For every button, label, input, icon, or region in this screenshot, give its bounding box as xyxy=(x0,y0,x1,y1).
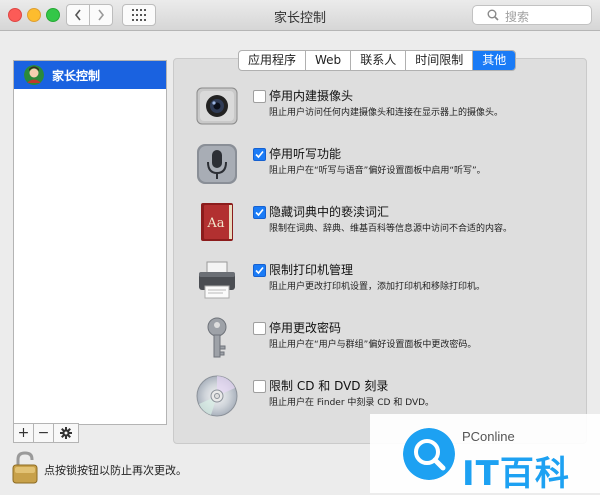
checkmark-icon xyxy=(255,208,264,217)
camera-checkbox[interactable] xyxy=(253,90,266,103)
option-label: 限制打印机管理 xyxy=(269,263,354,277)
option-description: 阻止用户在 Finder 中刻录 CD 和 DVD。 xyxy=(269,398,435,408)
disc-icon xyxy=(196,375,238,417)
option-disable-camera: 停用内建摄像头 阻止用户访问任何内建摄像头和连接在显示器上的摄像头。 xyxy=(195,84,575,136)
avatar xyxy=(24,65,44,85)
option-disable-password-change: 停用更改密码 阻止用户在“用户与群组”偏好设置面板中更改密码。 xyxy=(195,316,575,368)
option-label: 限制 CD 和 DVD 刻录 xyxy=(269,379,389,393)
search-input[interactable]: 搜索 xyxy=(472,5,592,25)
remove-user-button[interactable]: − xyxy=(33,423,54,443)
printer-icon xyxy=(199,261,235,299)
lock-message: 点按锁按钮以防止再次更改。 xyxy=(44,464,187,477)
option-description: 限制在词典、辞典、维基百科等信息源中访问不合适的内容。 xyxy=(269,224,513,234)
checkmark-icon xyxy=(255,266,264,275)
watermark-logo-icon xyxy=(403,428,455,480)
option-hide-profanity: Aa 隐藏词典中的亵渎词汇 限制在词典、辞典、维基百科等信息源中访问不合适的内容… xyxy=(195,200,575,252)
watermark-title: IT百科 xyxy=(462,454,570,494)
search-icon xyxy=(487,9,499,21)
option-description: 阻止用户在“听写与语音”偏好设置面板中启用“听写”。 xyxy=(269,166,486,176)
option-disable-dictation: 停用听写功能 阻止用户在“听写与语音”偏好设置面板中启用“听写”。 xyxy=(195,142,575,194)
disc-burning-checkbox[interactable] xyxy=(253,380,266,393)
microphone-icon xyxy=(197,144,237,184)
watermark: PConline IT百科 xyxy=(370,414,600,494)
sidebar-item-parental-controls[interactable]: 家长控制 xyxy=(14,61,166,89)
title-bar: 家长控制 搜索 xyxy=(0,0,600,31)
option-label: 隐藏词典中的亵渎词汇 xyxy=(269,205,390,219)
tab-contacts[interactable]: 联系人 xyxy=(351,51,407,70)
tab-bar: 应用程序 Web 联系人 时间限制 其他 xyxy=(238,50,517,71)
option-description: 阻止用户在“用户与群组”偏好设置面板中更改密码。 xyxy=(269,340,477,350)
option-label: 停用听写功能 xyxy=(269,147,342,161)
tab-apps[interactable]: 应用程序 xyxy=(239,51,307,70)
option-description: 阻止用户更改打印机设置，添加打印机和移除打印机。 xyxy=(269,282,486,292)
tab-other[interactable]: 其他 xyxy=(473,51,516,70)
printer-checkbox[interactable] xyxy=(253,264,266,277)
password-checkbox[interactable] xyxy=(253,322,266,335)
option-label: 停用内建摄像头 xyxy=(269,89,354,103)
tab-web[interactable]: Web xyxy=(306,51,352,70)
dictation-checkbox[interactable] xyxy=(253,148,266,161)
search-placeholder: 搜索 xyxy=(505,10,530,24)
checkmark-icon xyxy=(255,150,264,159)
unlocked-padlock-icon[interactable] xyxy=(12,451,38,485)
profanity-checkbox[interactable] xyxy=(253,206,266,219)
gear-icon xyxy=(60,427,72,439)
list-toolbar: + − xyxy=(13,423,165,443)
svg-text:Aa: Aa xyxy=(206,216,224,231)
tab-time-limits[interactable]: 时间限制 xyxy=(406,51,474,70)
key-icon xyxy=(207,317,227,358)
sidebar-item-label: 家长控制 xyxy=(52,68,101,83)
option-restrict-printer: 限制打印机管理 阻止用户更改打印机设置，添加打印机和移除打印机。 xyxy=(195,258,575,310)
option-label: 停用更改密码 xyxy=(269,321,342,335)
add-user-button[interactable]: + xyxy=(13,423,34,443)
option-description: 阻止用户访问任何内建摄像头和连接在显示器上的摄像头。 xyxy=(269,108,504,118)
watermark-brand: PConline xyxy=(462,429,515,444)
dictionary-icon: Aa xyxy=(201,203,233,241)
user-list: 家长控制 xyxy=(13,60,167,425)
camera-icon xyxy=(196,87,238,125)
actions-button[interactable] xyxy=(53,423,79,443)
